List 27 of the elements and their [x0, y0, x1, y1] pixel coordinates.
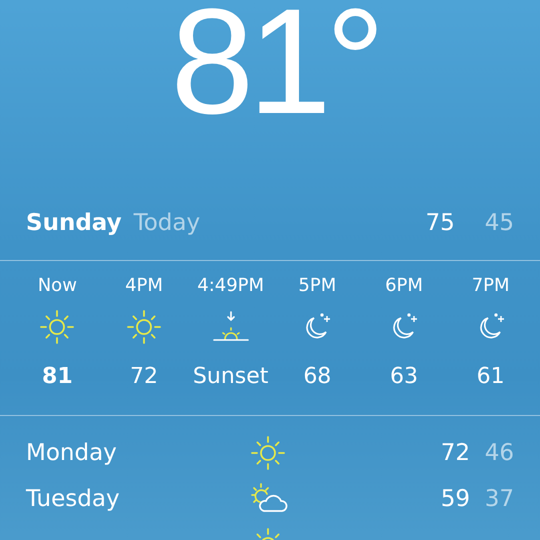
hour-temperature: 63 [390, 364, 418, 389]
high-temperature: 59 [440, 486, 470, 512]
today-label: Today [134, 210, 200, 236]
sunset-icon [212, 310, 250, 344]
day-name: Tuesday [26, 486, 121, 512]
sun-icon [251, 436, 285, 470]
low-temperature: 46 [484, 440, 514, 466]
low-temperature: 37 [484, 486, 514, 512]
sun-icon [40, 310, 74, 344]
sun-icon [126, 310, 161, 344]
hour-temperature: 81 [42, 364, 73, 389]
hour-label: 5PM [298, 275, 336, 296]
hour-label: Now [38, 275, 77, 296]
hour-label: 6PM [385, 275, 423, 296]
hour-label: 4PM [125, 275, 163, 296]
high-temperature: 72 [440, 440, 470, 466]
hour-temperature: 72 [130, 364, 158, 389]
day-name: Sunday [26, 210, 122, 236]
hour-label: 4:49PM [197, 275, 264, 296]
hour-temperature: Sunset [192, 364, 268, 389]
hour-temperature: 61 [476, 364, 505, 389]
high-temperature: 75 [425, 210, 455, 236]
hour-temperature: 68 [303, 364, 332, 389]
day-name: Monday [26, 440, 118, 466]
low-temperature: 45 [484, 210, 514, 236]
temperature: 81° [170, 0, 380, 136]
hour-label: 7PM [472, 275, 510, 296]
